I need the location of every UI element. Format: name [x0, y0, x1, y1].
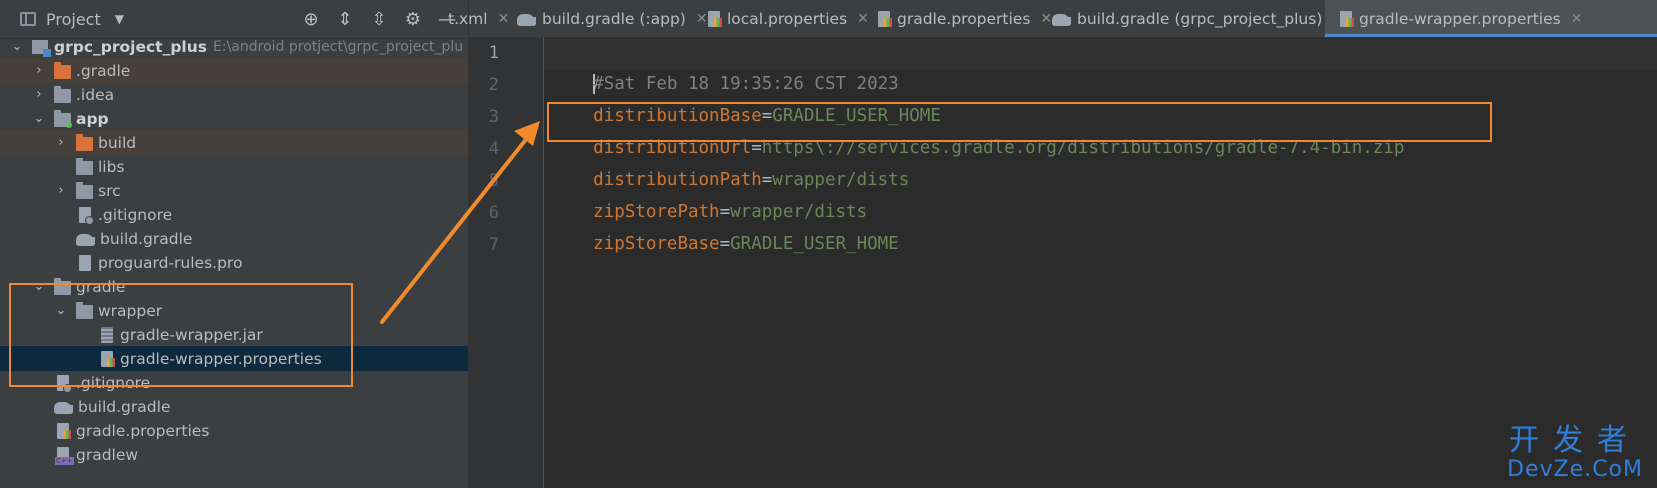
tab-xml[interactable]: t.xml ✕ [448, 0, 509, 37]
chevron-down-icon[interactable]: ▼ [115, 12, 124, 26]
tree-label: .gitignore [98, 205, 173, 224]
tree-label: .gradle [76, 61, 131, 80]
folder-icon [54, 85, 71, 103]
gear-icon[interactable]: ⚙ [402, 9, 424, 30]
watermark-en: DevZe.CoM [1507, 457, 1643, 482]
properties-file-icon [1340, 10, 1354, 27]
tree-label: build.gradle [78, 397, 171, 416]
project-icon [32, 39, 51, 57]
tree-row-libs[interactable]: libs [0, 154, 468, 179]
tree-row-dot-gradle[interactable]: › .gradle [0, 58, 468, 83]
tree-label: libs [98, 157, 125, 176]
tab-gradle-wrapper-properties[interactable]: gradle-wrapper.properties ✕ [1325, 0, 1657, 37]
folder-icon [76, 157, 93, 175]
gradle-elephant-icon [1052, 13, 1071, 26]
project-path: E:\android protject\grpc_project_plu [213, 38, 464, 55]
chevron-right-icon[interactable]: › [32, 63, 46, 78]
line-number: 3 [488, 107, 499, 127]
project-tool-window: Project ▼ ⊕ ⇕ ⇳ ⚙ — ⌄ grpc_project_plus … [0, 0, 469, 488]
expand-all-icon[interactable]: ⇕ [334, 9, 356, 30]
tab-label: build.gradle (:app) [542, 9, 686, 28]
property-value: GRADLE_USER_HOME [730, 234, 899, 254]
project-view-selector[interactable]: Project ▼ [20, 10, 124, 29]
tab-build-gradle-project[interactable]: build.gradle (grpc_project_plus) ✕ [1052, 0, 1344, 37]
line-number: 7 [488, 235, 499, 255]
chevron-down-icon[interactable]: ⌄ [10, 39, 24, 54]
properties-file-icon [878, 10, 892, 27]
tree-label: .idea [76, 85, 115, 104]
project-title: Project [46, 9, 101, 29]
project-toolbar: ⊕ ⇕ ⇳ ⚙ — [300, 0, 458, 38]
code-line[interactable]: zipStoreBase=GRADLE_USER_HOME [551, 199, 899, 289]
chevron-down-icon[interactable]: ⌄ [32, 111, 46, 126]
chevron-right-icon[interactable]: › [54, 135, 68, 150]
text-file-icon [79, 254, 91, 271]
code-line[interactable]: #Sat Feb 18 19:35:26 CST 2023 [544, 39, 1657, 94]
project-window-icon [20, 12, 36, 26]
chevron-right-icon[interactable]: › [54, 183, 68, 198]
line-number: 5 [488, 171, 499, 191]
tree-label: app [76, 109, 109, 128]
shell-script-icon [55, 446, 74, 465]
tree-row-app[interactable]: ⌄ app [0, 106, 468, 131]
watermark-cn: 开发者 [1509, 423, 1642, 458]
locate-icon[interactable]: ⊕ [300, 9, 322, 30]
folder-icon [76, 133, 93, 151]
tree-row-idea[interactable]: › .idea [0, 82, 468, 107]
tree-row-app-build-gradle[interactable]: build.gradle [0, 226, 468, 251]
tree-row-app-gitignore[interactable]: .gitignore [0, 202, 468, 227]
editor-tab-bar: t.xml ✕ build.gradle (:app) ✕ local.prop… [448, 0, 1657, 38]
gradle-elephant-icon [76, 233, 95, 246]
tab-label: gradle.properties [897, 9, 1031, 28]
properties-file-icon [57, 422, 71, 439]
line-number: 2 [488, 75, 499, 95]
tree-row-proguard[interactable]: proguard-rules.pro [0, 250, 468, 275]
tree-row-build[interactable]: › build [0, 130, 468, 155]
line-number: 6 [488, 203, 499, 223]
gradle-elephant-icon [517, 13, 536, 26]
tree-row-root-build-gradle[interactable]: build.gradle [0, 394, 468, 419]
tree-row-src[interactable]: › src [0, 178, 468, 203]
annotation-box-tree [9, 283, 353, 387]
tree-label: build.gradle [100, 229, 193, 248]
tree-label: build [98, 133, 137, 152]
tab-gradle-properties[interactable]: gradle.properties ✕ [875, 0, 1052, 37]
tab-label: local.properties [727, 9, 848, 28]
collapse-all-icon[interactable]: ⇳ [368, 9, 390, 30]
folder-icon [54, 61, 71, 79]
tab-local-properties[interactable]: local.properties ✕ [705, 0, 869, 37]
tree-label: proguard-rules.pro [98, 253, 243, 272]
gitignore-file-icon [79, 206, 94, 225]
line-number-gutter: 1 2 3 4 5 6 7 [469, 37, 544, 488]
folder-icon [76, 181, 93, 199]
gradle-elephant-icon [54, 401, 73, 414]
tab-label: t.xml [448, 9, 488, 28]
tree-row-gradle-properties[interactable]: gradle.properties [0, 418, 468, 443]
close-icon[interactable]: ✕ [498, 11, 510, 27]
tree-label: gradlew [76, 445, 139, 464]
module-folder-icon [54, 109, 72, 128]
chevron-right-icon[interactable]: › [32, 87, 46, 102]
line-number: 1 [488, 43, 499, 63]
close-icon[interactable]: ✕ [857, 11, 869, 27]
tab-label: gradle-wrapper.properties [1359, 9, 1561, 28]
close-icon[interactable]: ✕ [1571, 11, 1583, 27]
tree-row-project-root[interactable]: ⌄ grpc_project_plus E:\android protject\… [0, 34, 468, 59]
close-icon[interactable]: ✕ [1040, 11, 1052, 27]
tree-label: grpc_project_plus [54, 37, 208, 56]
tab-build-gradle-app[interactable]: build.gradle (:app) ✕ [517, 0, 708, 37]
tree-row-gradlew[interactable]: gradlew [0, 442, 468, 467]
tree-label: src [98, 181, 121, 200]
tab-label: build.gradle (grpc_project_plus) [1077, 9, 1323, 28]
tree-label: gradle.properties [76, 421, 210, 440]
property-key: zipStoreBase [593, 234, 720, 254]
properties-file-icon [708, 10, 722, 27]
annotation-box-code [547, 102, 1492, 142]
line-number: 4 [488, 139, 499, 159]
watermark-logo: 开发者 DevZe.CoM [1507, 424, 1643, 482]
